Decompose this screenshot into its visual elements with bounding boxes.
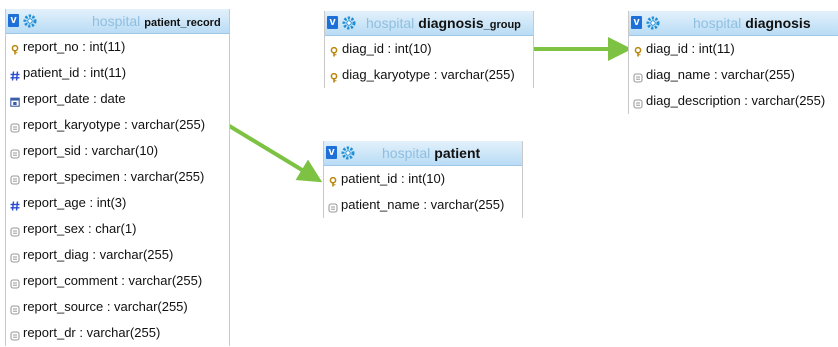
field-label: diag_description : varchar(255) xyxy=(646,93,826,108)
field-label: report_karyotype : varchar(255) xyxy=(23,117,206,132)
table-name: diagnosis xyxy=(418,15,484,31)
table-name-suffix: _group xyxy=(483,19,521,31)
field-row[interactable]: diag_name : varchar(255) xyxy=(629,62,838,88)
field-row[interactable]: patient_name : varchar(255) xyxy=(324,192,522,218)
field-row[interactable]: report_no : int(11) xyxy=(6,34,229,60)
text-field-icon xyxy=(633,70,643,83)
table-patient[interactable]: v hospital patient patient_id : int(10) pa… xyxy=(323,141,523,218)
table-name: patient_record xyxy=(144,17,221,29)
field-row[interactable]: diag_description : varchar(255) xyxy=(629,88,838,114)
table-title: hospital patient_record xyxy=(92,12,221,32)
field-label: patient_id : int(10) xyxy=(341,171,446,186)
field-row[interactable]: report_sid : varchar(10) xyxy=(6,138,229,164)
table-title: hospital diagnosis_group xyxy=(366,14,521,34)
text-field-icon xyxy=(10,250,20,263)
field-label: diag_name : varchar(255) xyxy=(646,67,795,82)
field-list: report_no : int(11) patient_id : int(11) r… xyxy=(6,34,229,346)
text-field-icon xyxy=(10,120,20,133)
field-row[interactable]: report_diag : varchar(255) xyxy=(6,242,229,268)
field-label: diag_id : int(11) xyxy=(646,41,735,56)
text-field-icon xyxy=(10,146,20,159)
field-label: diag_id : int(10) xyxy=(342,41,432,56)
collapse-v-icon[interactable]: v xyxy=(8,14,19,27)
db-name: hospital xyxy=(366,15,415,31)
field-label: diag_karyotype : varchar(255) xyxy=(342,67,515,82)
text-field-icon xyxy=(10,224,20,237)
table-name: patient xyxy=(434,145,481,161)
field-row[interactable]: diag_id : int(10) xyxy=(325,36,533,62)
field-list: patient_id : int(10) patient_name : varch… xyxy=(324,166,522,218)
field-label: report_no : int(11) xyxy=(23,39,126,54)
text-field-icon xyxy=(10,302,20,315)
numeric-field-icon xyxy=(10,68,20,81)
field-label: report_specimen : varchar(255) xyxy=(23,169,205,184)
text-field-icon xyxy=(328,200,338,213)
collapse-v-icon[interactable]: v xyxy=(327,16,338,29)
gear-icon[interactable] xyxy=(341,146,355,160)
field-label: report_comment : varchar(255) xyxy=(23,273,203,288)
field-row[interactable]: report_specimen : varchar(255) xyxy=(6,164,229,190)
table-name: diagnosis xyxy=(745,15,811,31)
numeric-field-icon xyxy=(10,198,20,211)
field-list: diag_id : int(11) diag_name : varchar(255… xyxy=(629,36,838,114)
gear-icon[interactable] xyxy=(342,16,356,30)
field-label: patient_id : int(11) xyxy=(23,65,127,80)
field-label: report_sex : char(1) xyxy=(23,221,137,236)
field-label: report_dr : varchar(255) xyxy=(23,325,161,340)
field-row[interactable]: patient_id : int(11) xyxy=(6,60,229,86)
text-field-icon xyxy=(10,276,20,289)
primary-key-icon xyxy=(633,44,643,57)
db-name: hospital xyxy=(693,15,742,31)
gear-icon[interactable] xyxy=(646,16,660,30)
primary-key-icon xyxy=(10,42,20,55)
table-header[interactable]: v hospital diagnosis_group xyxy=(325,11,533,36)
field-label: report_source : varchar(255) xyxy=(23,299,188,314)
field-label: report_age : int(3) xyxy=(23,195,127,210)
field-row[interactable]: report_sex : char(1) xyxy=(6,216,229,242)
field-row[interactable]: diag_karyotype : varchar(255) xyxy=(325,62,533,88)
collapse-v-icon[interactable]: v xyxy=(326,146,337,159)
field-row[interactable]: diag_id : int(11) xyxy=(629,36,838,62)
table-title: hospital diagnosis xyxy=(693,14,811,32)
db-name: hospital xyxy=(92,13,141,29)
field-row[interactable]: report_comment : varchar(255) xyxy=(6,268,229,294)
field-row[interactable]: report_source : varchar(255) xyxy=(6,294,229,320)
field-label: report_diag : varchar(255) xyxy=(23,247,174,262)
field-label: patient_name : varchar(255) xyxy=(341,197,505,212)
field-row[interactable]: report_date : date xyxy=(6,86,229,112)
text-field-icon xyxy=(633,96,643,109)
field-row[interactable]: report_age : int(3) xyxy=(6,190,229,216)
field-row[interactable]: patient_id : int(10) xyxy=(324,166,522,192)
field-row[interactable]: report_karyotype : varchar(255) xyxy=(6,112,229,138)
table-patient-record[interactable]: v hospital patient_record report_no : int… xyxy=(5,9,230,346)
field-list: diag_id : int(10) diag_karyotype : varcha… xyxy=(325,36,533,88)
primary-key-icon xyxy=(329,70,339,83)
gear-icon[interactable] xyxy=(23,14,37,28)
primary-key-icon xyxy=(329,44,339,57)
date-field-icon xyxy=(10,94,20,107)
collapse-v-icon[interactable]: v xyxy=(631,16,642,29)
table-diagnosis-group[interactable]: v hospital diagnosis_group diag_id : int(… xyxy=(324,11,534,88)
field-row[interactable]: report_dr : varchar(255) xyxy=(6,320,229,346)
table-header[interactable]: v hospital patient_record xyxy=(6,9,229,34)
field-label: report_date : date xyxy=(23,91,126,106)
db-name: hospital xyxy=(382,145,431,161)
text-field-icon xyxy=(10,328,20,341)
field-label: report_sid : varchar(10) xyxy=(23,143,159,158)
table-header[interactable]: v hospital patient xyxy=(324,141,522,166)
table-diagnosis[interactable]: v hospital diagnosis diag_id : int(11) dia… xyxy=(628,11,838,114)
table-title: hospital patient xyxy=(382,144,480,162)
primary-key-icon xyxy=(328,174,338,187)
text-field-icon xyxy=(10,172,20,185)
table-header[interactable]: v hospital diagnosis xyxy=(629,11,838,36)
